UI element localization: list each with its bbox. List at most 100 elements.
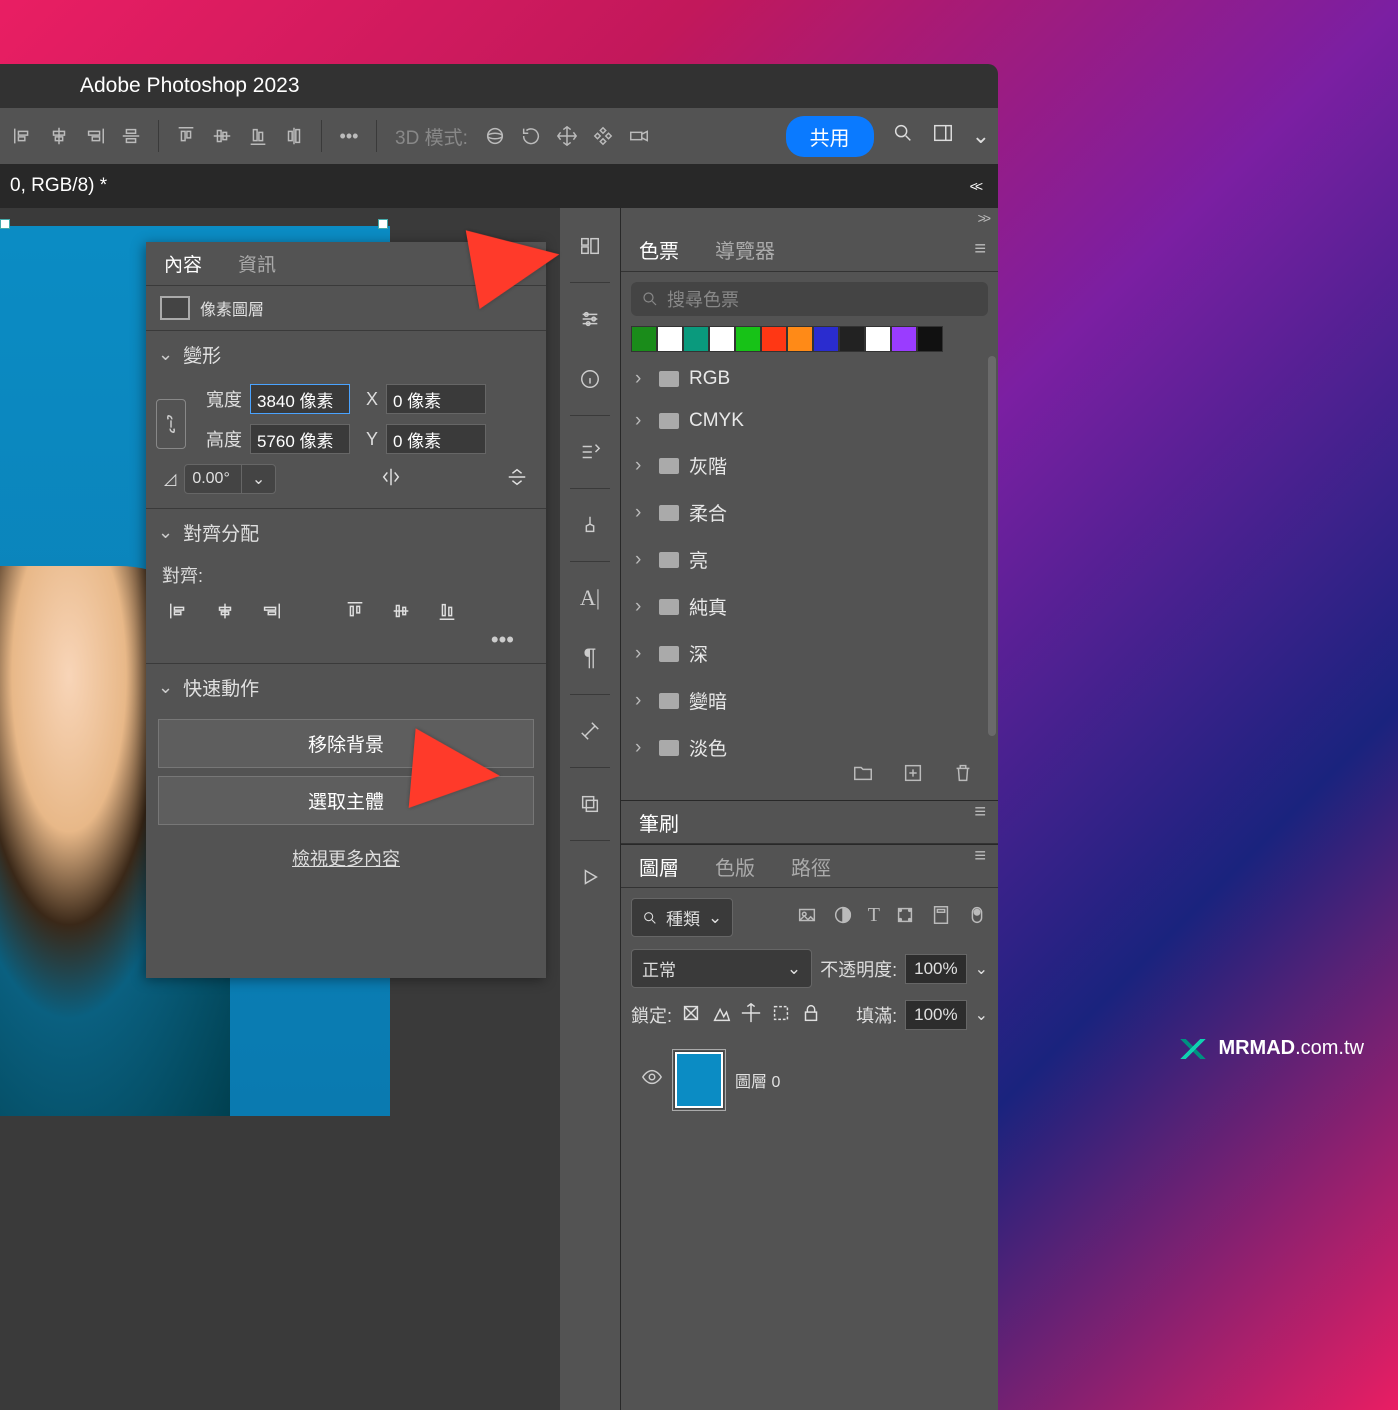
swatch-folder[interactable]: ›CMYK	[621, 400, 998, 442]
view-more-link[interactable]: 檢視更多內容	[146, 833, 546, 883]
width-input[interactable]	[250, 384, 350, 414]
chevron-down-icon[interactable]: ⌄	[972, 123, 990, 149]
flip-horizontal-icon[interactable]	[380, 466, 402, 493]
swatch-chip[interactable]	[865, 326, 891, 352]
swatch-folder[interactable]: ›變暗	[621, 677, 998, 724]
link-wh-icon[interactable]	[156, 399, 186, 449]
align-center-v-icon[interactable]	[390, 600, 412, 627]
tab-channels[interactable]: 色版	[697, 845, 773, 887]
filter-adjust-icon[interactable]	[832, 904, 854, 932]
tab-info[interactable]: 資訊	[220, 242, 294, 285]
align-center-v-icon[interactable]	[207, 121, 237, 151]
3d-rotate-icon[interactable]	[516, 121, 546, 151]
tab-brush[interactable]: 筆刷	[621, 801, 697, 843]
brush-list-icon[interactable]	[568, 430, 612, 474]
opacity-dropdown[interactable]: ⌄	[975, 959, 988, 979]
height-input[interactable]	[250, 424, 350, 454]
align-top-icon[interactable]	[344, 600, 366, 627]
collapse-arrows-icon[interactable]: <<	[970, 178, 980, 194]
swatch-folder[interactable]: ›純真	[621, 583, 998, 630]
more-align-icon[interactable]: •••	[162, 627, 530, 653]
tools-icon[interactable]	[568, 709, 612, 753]
rotation-input[interactable]: 0.00°	[185, 466, 237, 492]
lock-all-icon[interactable]	[800, 1002, 822, 1029]
lock-position-icon[interactable]	[740, 1002, 762, 1029]
align-equal-v-icon[interactable]	[279, 121, 309, 151]
swatch-chip[interactable]	[891, 326, 917, 352]
more-options-icon[interactable]: •••	[334, 121, 364, 151]
tab-navigator[interactable]: 導覽器	[697, 228, 793, 271]
swatch-folder[interactable]: ›深	[621, 630, 998, 677]
info-icon[interactable]	[568, 357, 612, 401]
tab-content[interactable]: 內容	[146, 242, 220, 285]
layer-filter-dropdown[interactable]: 種類 ⌄	[631, 898, 733, 937]
swatch-chip[interactable]	[683, 326, 709, 352]
lock-image-icon[interactable]	[710, 1002, 732, 1029]
3d-orbit-icon[interactable]	[480, 121, 510, 151]
panel-menu-icon[interactable]: ≡	[962, 845, 998, 887]
layer-row[interactable]: 圖層 0	[631, 1042, 988, 1118]
align-left-icon[interactable]	[8, 121, 38, 151]
fill-dropdown[interactable]: ⌄	[975, 1005, 988, 1025]
filter-type-icon[interactable]: T	[868, 904, 880, 932]
swatch-chip[interactable]	[631, 326, 657, 352]
swatch-search-input[interactable]: 搜尋色票	[631, 282, 988, 316]
panel-toggle-icon[interactable]	[568, 224, 612, 268]
panel-menu-icon[interactable]: ≡	[962, 801, 998, 843]
align-right-icon[interactable]	[80, 121, 110, 151]
swatch-chip[interactable]	[761, 326, 787, 352]
align-bottom-icon[interactable]	[436, 600, 458, 627]
paragraph-icon[interactable]: ¶	[568, 636, 612, 680]
align-section-header[interactable]: 對齊分配	[146, 508, 546, 556]
filter-toggle-icon[interactable]	[966, 904, 988, 932]
swatch-chip[interactable]	[735, 326, 761, 352]
tab-layers[interactable]: 圖層	[621, 845, 697, 887]
visibility-icon[interactable]	[641, 1066, 663, 1094]
scrollbar[interactable]	[988, 356, 996, 736]
x-input[interactable]	[386, 384, 486, 414]
rotation-dropdown[interactable]: ⌄	[241, 465, 275, 493]
workspace-icon[interactable]	[932, 122, 954, 150]
filter-smart-icon[interactable]	[930, 904, 952, 932]
transform-section-header[interactable]: 變形	[146, 330, 546, 378]
lock-artboard-icon[interactable]	[770, 1002, 792, 1029]
document-tab[interactable]: 0, RGB/8) *	[10, 175, 107, 197]
swatch-chip[interactable]	[839, 326, 865, 352]
swatch-folder[interactable]: ›柔合	[621, 489, 998, 536]
y-input[interactable]	[386, 424, 486, 454]
swatch-chip[interactable]	[709, 326, 735, 352]
tab-paths[interactable]: 路徑	[773, 845, 849, 887]
filter-pixel-icon[interactable]	[796, 904, 818, 932]
share-button[interactable]: 共用	[786, 116, 874, 157]
quick-actions-header[interactable]: 快速動作	[146, 663, 546, 711]
swatch-folder[interactable]: ›亮	[621, 536, 998, 583]
3d-slide-icon[interactable]	[588, 121, 618, 151]
clone-source-icon[interactable]	[568, 503, 612, 547]
flip-vertical-icon[interactable]	[506, 466, 528, 493]
layer-name[interactable]: 圖層 0	[735, 1068, 780, 1092]
canvas-area[interactable]: 內容 資訊 >> ≡ 像素圖層 變形	[0, 208, 560, 1410]
fill-input[interactable]: 100%	[905, 1000, 966, 1030]
search-icon[interactable]	[892, 122, 914, 150]
swatch-chip[interactable]	[813, 326, 839, 352]
align-left-icon[interactable]	[168, 600, 190, 627]
align-center-h-icon[interactable]	[214, 600, 236, 627]
collapse-dock-icon[interactable]: >>	[621, 208, 998, 228]
lock-transparent-icon[interactable]	[680, 1002, 702, 1029]
blend-mode-dropdown[interactable]: 正常⌄	[631, 949, 812, 988]
align-right-icon[interactable]	[260, 600, 282, 627]
character-icon[interactable]: A|	[568, 576, 612, 620]
align-equal-h-icon[interactable]	[116, 121, 146, 151]
swatch-chip[interactable]	[917, 326, 943, 352]
panel-menu-icon[interactable]: ≡	[962, 238, 998, 261]
swatch-folder[interactable]: ›RGB	[621, 358, 998, 400]
swatch-folder[interactable]: ›淡色	[621, 724, 998, 771]
transform-handle[interactable]	[0, 219, 10, 229]
filter-shape-icon[interactable]	[894, 904, 916, 932]
align-center-h-icon[interactable]	[44, 121, 74, 151]
opacity-input[interactable]: 100%	[905, 954, 966, 984]
swatch-chip[interactable]	[787, 326, 813, 352]
transform-handle[interactable]	[378, 219, 388, 229]
swatch-folder[interactable]: ›灰階	[621, 442, 998, 489]
swatch-chip[interactable]	[657, 326, 683, 352]
